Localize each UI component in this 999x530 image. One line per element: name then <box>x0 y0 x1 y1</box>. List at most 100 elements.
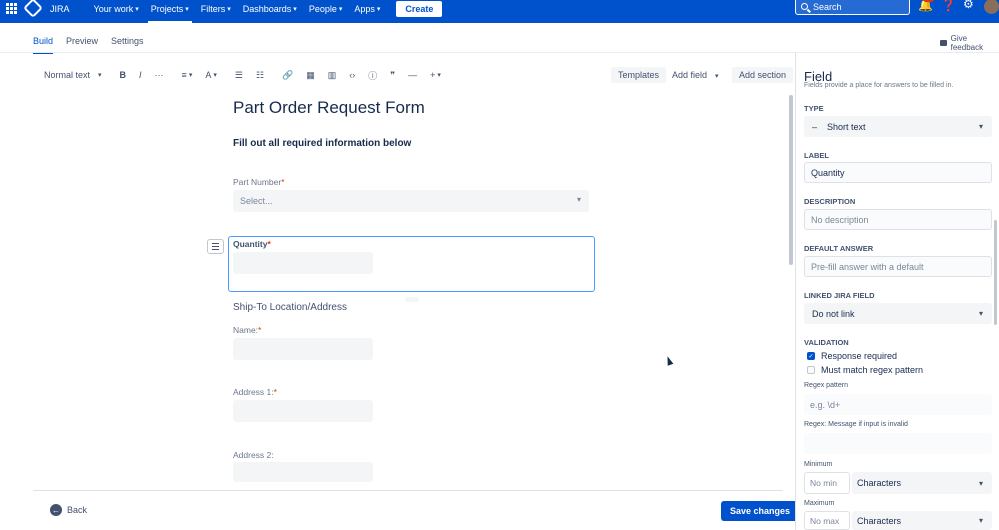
add-field-button[interactable]: Add field ▾ <box>665 67 726 83</box>
create-button[interactable]: Create <box>396 0 443 17</box>
brand-name[interactable]: JIRA <box>50 4 70 14</box>
chevron-down-icon: ▾ <box>188 72 193 79</box>
part-number-select[interactable]: Select... ▾ <box>233 190 589 212</box>
chevron-down-icon: ▾ <box>376 5 381 13</box>
table-icon[interactable]: ▦ <box>306 70 315 81</box>
more-formatting-button[interactable]: ··· <box>155 70 164 80</box>
maximum-label: Maximum <box>804 500 835 507</box>
address1-input[interactable] <box>233 400 373 422</box>
search-icon <box>801 3 808 10</box>
nav-filters[interactable]: Filters ▾ <box>201 4 231 14</box>
code-icon[interactable]: ‹› <box>349 70 355 80</box>
divider-icon[interactable]: — <box>408 70 417 80</box>
default-answer-label: DEFAULT ANSWER <box>804 244 874 253</box>
default-answer-input[interactable]: Pre-fill answer with a default <box>804 256 992 277</box>
form-title[interactable]: Part Order Request Form <box>233 98 425 118</box>
name-label: Name:* <box>233 325 262 335</box>
type-label: TYPE <box>804 104 824 113</box>
top-nav: JIRA Your work ▾ Projects ▾ Filters ▾ Dashb… <box>0 0 999 23</box>
notification-badge: 9+ <box>923 0 934 2</box>
avatar[interactable] <box>984 0 999 14</box>
columns-icon[interactable]: ▥ <box>328 70 337 81</box>
settings-gear-icon[interactable]: ⚙ <box>963 0 974 11</box>
templates-button[interactable]: Templates <box>611 67 667 83</box>
chevron-down-icon: ▾ <box>135 5 139 13</box>
max-input[interactable]: No max <box>804 511 850 530</box>
max-unit-select[interactable]: Characters ▾ <box>852 511 992 530</box>
regex-pattern-label: Regex pattern <box>804 382 848 389</box>
regex-message-input[interactable] <box>804 433 992 454</box>
back-button[interactable]: ← Back <box>50 504 87 516</box>
main-scrollbar-thumb[interactable] <box>789 95 793 265</box>
checkbox-empty-icon <box>807 366 815 374</box>
panel-description: Fields provide a place for answers to be… <box>804 82 954 89</box>
chevron-down-icon: ▾ <box>978 478 983 488</box>
nav-dashboards[interactable]: Dashboards ▾ <box>243 4 297 14</box>
insert-plus-icon[interactable]: + ▾ <box>430 70 441 80</box>
chevron-down-icon: ▾ <box>437 72 441 79</box>
chevron-down-icon: ▾ <box>978 309 983 318</box>
give-feedback-button[interactable]: Give feedback <box>940 34 999 52</box>
linked-field-label: LINKED JIRA FIELD <box>804 291 875 300</box>
field-resize-handle[interactable] <box>405 297 419 302</box>
align-icon[interactable]: ≡ ▾ <box>182 70 193 80</box>
bullet-list-icon[interactable]: ☰ <box>235 70 243 81</box>
nav-your-work[interactable]: Your work ▾ <box>94 4 139 14</box>
chevron-down-icon: ▾ <box>576 195 581 204</box>
text-color-icon[interactable]: A ▾ <box>205 70 217 80</box>
quantity-label: Quantity* <box>233 239 271 249</box>
short-text-icon: – <box>812 121 818 132</box>
info-icon[interactable]: ⓘ <box>368 69 377 82</box>
nav-apps[interactable]: Apps ▾ <box>354 4 380 14</box>
form-subtitle[interactable]: Fill out all required information below <box>233 138 411 149</box>
megaphone-icon <box>940 40 947 46</box>
numbered-list-icon[interactable]: ☷ <box>256 70 264 81</box>
field-handle-icon[interactable] <box>207 239 224 254</box>
link-icon[interactable]: 🔗 <box>282 70 293 81</box>
chevron-down-icon: ▾ <box>978 516 983 525</box>
description-label: DESCRIPTION <box>804 197 856 206</box>
bold-button[interactable]: B <box>120 70 127 80</box>
section-title[interactable]: Ship-To Location/Address <box>233 302 347 313</box>
help-icon[interactable]: ❓ <box>941 0 956 12</box>
linked-field-select[interactable]: Do not link ▾ <box>804 303 992 324</box>
description-input[interactable]: No description <box>804 209 992 230</box>
part-number-label: Part Number* <box>233 177 285 187</box>
quote-icon[interactable]: ❞ <box>390 70 395 81</box>
text-style-dropdown[interactable]: Normal text ▾ <box>44 70 102 80</box>
address2-input[interactable] <box>233 462 373 482</box>
min-unit-select[interactable]: Characters ▾ <box>852 472 992 494</box>
app-switcher-icon[interactable] <box>6 2 17 14</box>
add-section-button[interactable]: Add section <box>732 67 794 83</box>
nav-people[interactable]: People ▾ <box>309 4 343 14</box>
name-input[interactable] <box>233 338 373 360</box>
regex-pattern-input[interactable]: e.g. \d+ <box>804 394 992 415</box>
label-input[interactable]: Quantity <box>804 162 992 183</box>
type-select[interactable]: – Short text ▾ <box>804 116 992 137</box>
save-changes-button[interactable]: Save changes <box>721 501 800 521</box>
arrow-left-icon: ← <box>50 504 62 516</box>
footer-divider <box>33 490 783 491</box>
regex-checkbox[interactable]: Must match regex pattern <box>807 365 923 375</box>
response-required-checkbox[interactable]: ✓ Response required <box>807 351 897 361</box>
chevron-down-icon: ▾ <box>185 5 189 13</box>
editor-toolbar: Normal text ▾ B I ··· ≡ ▾ A ▾ ☰ ☷ 🔗 ▦ ▥ ‹› … <box>44 68 454 82</box>
regex-message-label: Regex: Message if input is invalid <box>804 421 908 428</box>
checkmark-icon: ✓ <box>807 352 815 360</box>
search-input[interactable]: Search <box>795 0 910 15</box>
panel-scrollbar-thumb[interactable] <box>994 220 997 325</box>
label-label: LABEL <box>804 151 829 160</box>
chevron-down-icon: ▾ <box>715 73 719 80</box>
jira-logo-icon[interactable] <box>23 0 43 18</box>
address2-label: Address 2: <box>233 450 274 460</box>
minimum-label: Minimum <box>804 461 833 468</box>
validation-label: VALIDATION <box>804 338 849 347</box>
nav-projects[interactable]: Projects ▾ <box>147 4 192 23</box>
quantity-input[interactable] <box>233 252 373 274</box>
chevron-down-icon: ▾ <box>338 5 343 13</box>
chevron-down-icon: ▾ <box>213 72 217 79</box>
min-input[interactable]: No min <box>804 472 850 494</box>
address1-label: Address 1:* <box>233 387 277 397</box>
chevron-down-icon: ▾ <box>978 122 983 131</box>
italic-button[interactable]: I <box>139 70 142 80</box>
